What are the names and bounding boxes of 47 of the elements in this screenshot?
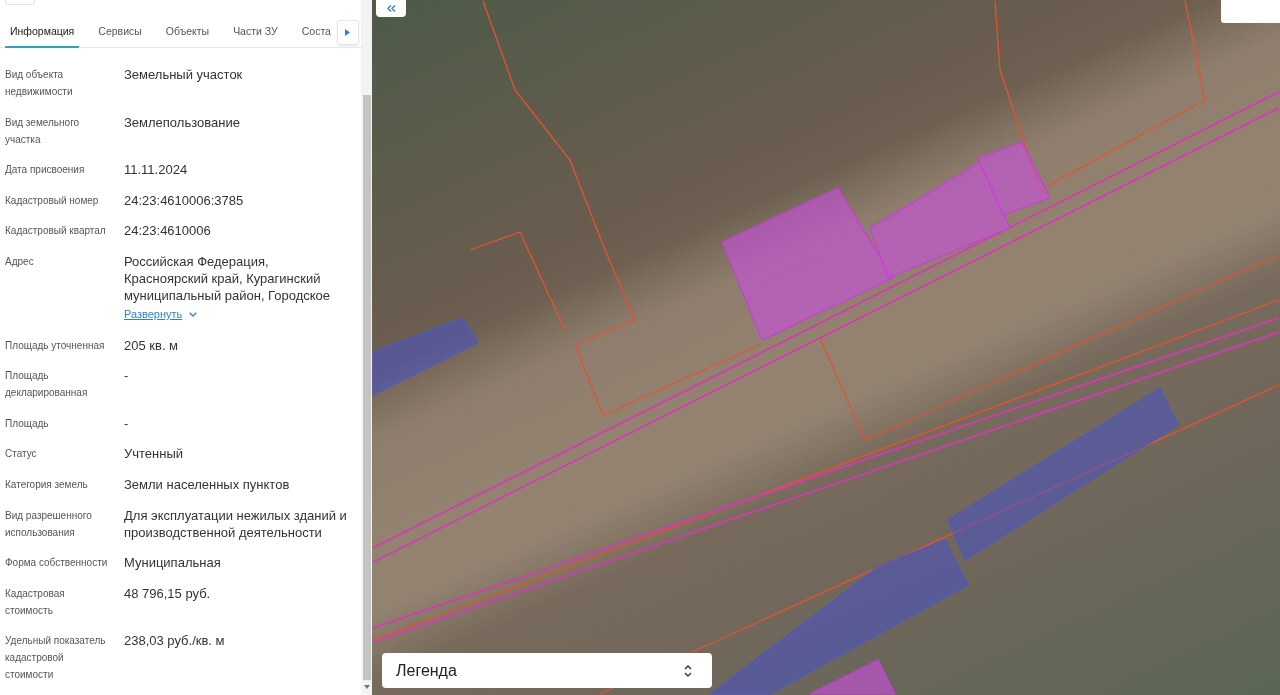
field-label: Кадастровый квартал xyxy=(5,224,107,239)
tab-scroll-button[interactable] xyxy=(336,20,359,45)
collapse-panel-button[interactable] xyxy=(376,0,406,17)
field-label: Площадь уточненная xyxy=(5,338,106,353)
field-value: Для эксплуатации нежилых зданий и производственной деятельности xyxy=(124,506,348,541)
tab[interactable]: Информация xyxy=(5,15,80,48)
field-label: Адрес xyxy=(5,254,35,269)
field-label: Кадастровый номер xyxy=(5,193,100,208)
field-label: Категория земель xyxy=(5,477,89,492)
caret-right-icon xyxy=(345,29,351,36)
scrollbar[interactable] xyxy=(361,0,372,695)
tab[interactable]: Сервисы xyxy=(93,15,147,48)
tab[interactable]: Соста xyxy=(296,15,336,48)
field-value: 205 кв. м xyxy=(124,336,180,354)
field-label: Вид земельного участка xyxy=(5,115,81,147)
field-value: Учтенный xyxy=(124,445,185,463)
field-value: 48 796,15 руб. xyxy=(124,584,212,602)
expand-link[interactable]: Развернуть xyxy=(124,305,198,323)
field-label: Кадастровая стоимость xyxy=(5,586,66,618)
legend-select[interactable]: Легенда xyxy=(382,653,712,688)
tab[interactable]: Объекты xyxy=(160,15,215,48)
field-label: Площадь декларированная xyxy=(5,369,89,401)
field-value: - xyxy=(124,414,130,432)
field-label: Вид объекта недвижимости xyxy=(5,68,74,99)
field-value: Муниципальная xyxy=(124,554,222,572)
field-label: Дата присвоения xyxy=(5,163,86,178)
field-value: 11.11.2024 xyxy=(124,161,189,179)
field-value: Землепользование xyxy=(124,113,241,131)
scrollbar-thumb[interactable] xyxy=(362,95,371,680)
chevron-down-icon xyxy=(189,311,198,317)
chevron-up-down-icon xyxy=(684,664,692,677)
field-label: Площадь xyxy=(5,416,50,431)
field-value: 238,03 руб./кв. м xyxy=(124,632,226,650)
map-panel xyxy=(1221,0,1280,23)
field-value: 24:23:4610006:3785 xyxy=(124,191,245,209)
field-value: Российская Федерация, Красноярский край, Курагинский муниципальный район, Городское xyxy=(124,252,332,304)
tab[interactable]: Части ЗУ xyxy=(228,15,283,48)
double-chevron-left-icon xyxy=(386,5,396,12)
field-label: Вид разрешенного использования xyxy=(5,508,93,540)
field-label: Форма собственности xyxy=(5,556,109,571)
field-value: 24:23:4610006 xyxy=(124,222,212,240)
field-value: Земли населенных пунктов xyxy=(124,475,291,493)
field-value: - xyxy=(124,367,130,385)
field-value: Земельный участок xyxy=(124,66,244,83)
field-label: Удельный показатель кадастровой стоимости xyxy=(5,634,107,683)
caret-down-icon[interactable] xyxy=(363,685,370,689)
field-label: Статус xyxy=(5,447,38,462)
